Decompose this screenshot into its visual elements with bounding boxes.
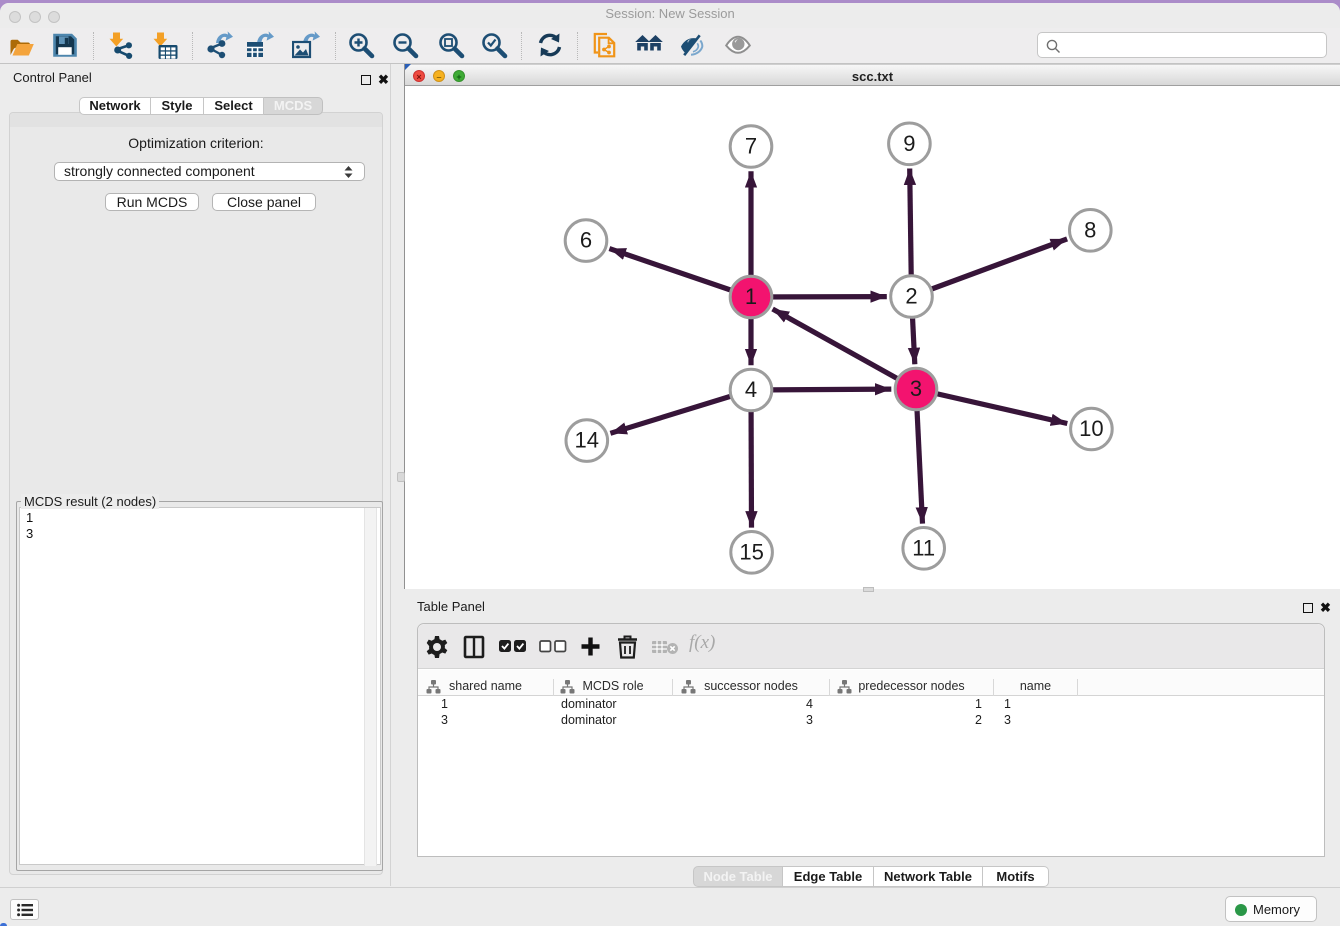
svg-text:14: 14 — [575, 428, 599, 453]
svg-text:3: 3 — [910, 376, 922, 401]
svg-text:4: 4 — [745, 377, 757, 402]
svg-text:8: 8 — [1084, 217, 1096, 242]
svg-text:9: 9 — [903, 131, 915, 156]
svg-text:10: 10 — [1079, 416, 1103, 441]
svg-text:6: 6 — [580, 228, 592, 253]
svg-text:2: 2 — [905, 284, 917, 309]
svg-text:11: 11 — [912, 535, 935, 560]
svg-text:7: 7 — [745, 134, 757, 159]
svg-text:1: 1 — [745, 284, 757, 309]
svg-text:15: 15 — [739, 539, 763, 564]
